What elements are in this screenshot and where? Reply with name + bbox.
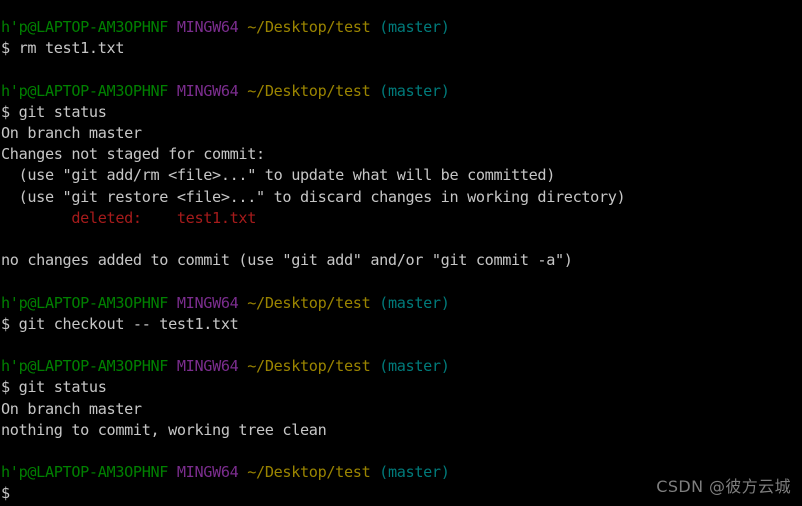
terminal-output-line: (use "git add/rm <file>..." to update wh… — [1, 166, 556, 185]
prompt-user-host: h'p@LAPTOP-AM3OPHNF — [1, 463, 169, 482]
terminal-output-line: Changes not staged for commit: — [1, 145, 265, 164]
prompt-path: ~/Desktop/test — [247, 357, 371, 376]
terminal-command-line[interactable]: $ git checkout -- test1.txt — [1, 314, 802, 335]
prompt-shell-name: MINGW64 — [176, 18, 239, 36]
prompt-user-host: h'p@LAPTOP-AM3OPHNF — [1, 81, 169, 100]
prompt-git-branch: (master) — [379, 293, 450, 312]
prompt-git-branch: (master) — [379, 81, 450, 100]
prompt-git-branch: (master) — [379, 18, 450, 36]
prompt-user-host: h'p@LAPTOP-AM3OPHNF — [1, 293, 169, 312]
terminal-prompt-line: h'p@LAPTOP-AM3OPHNF MINGW64 ~/Desktop/te… — [1, 293, 802, 314]
prompt-path: ~/Desktop/test — [247, 18, 371, 36]
csdn-watermark: CSDN @彼方云城 — [656, 477, 791, 496]
terminal-command-line[interactable]: $ git status — [1, 102, 802, 123]
terminal-window[interactable]: h'p@LAPTOP-AM3OPHNF MINGW64 ~/Desktop/te… — [0, 0, 802, 506]
prompt-path: ~/Desktop/test — [247, 81, 371, 100]
terminal-prompt-line: h'p@LAPTOP-AM3OPHNF MINGW64 ~/Desktop/te… — [1, 356, 802, 377]
terminal-output-line: nothing to commit, working tree clean — [1, 420, 327, 439]
terminal-screen[interactable]: h'p@LAPTOP-AM3OPHNF MINGW64 ~/Desktop/te… — [0, 0, 802, 505]
terminal-prompt-line: h'p@LAPTOP-AM3OPHNF MINGW64 ~/Desktop/te… — [1, 81, 802, 102]
prompt-git-branch: (master) — [379, 357, 450, 376]
prompt-path: ~/Desktop/test — [247, 293, 371, 312]
terminal-command-line[interactable]: $ git status — [1, 377, 802, 398]
terminal-output-line: On branch master — [1, 124, 142, 142]
terminal-output-line: (use "git restore <file>..." to discard … — [1, 187, 626, 206]
terminal-output-line: no changes added to commit (use "git add… — [1, 251, 573, 270]
prompt-shell-name: MINGW64 — [176, 357, 239, 376]
terminal-output-line: On branch master — [1, 399, 142, 418]
prompt-user-host: h'p@LAPTOP-AM3OPHNF — [1, 357, 169, 376]
prompt-git-branch: (master) — [379, 463, 450, 482]
terminal-prompt-line: h'p@LAPTOP-AM3OPHNF MINGW64 ~/Desktop/te… — [1, 17, 802, 38]
prompt-path: ~/Desktop/test — [247, 463, 371, 482]
prompt-user-host: h'p@LAPTOP-AM3OPHNF — [1, 18, 169, 36]
terminal-command-line[interactable]: $ rm test1.txt — [1, 38, 802, 59]
prompt-shell-name: MINGW64 — [176, 463, 239, 482]
prompt-shell-name: MINGW64 — [176, 81, 239, 100]
git-status-deleted-entry: deleted: test1.txt — [1, 208, 257, 227]
prompt-shell-name: MINGW64 — [176, 293, 239, 312]
